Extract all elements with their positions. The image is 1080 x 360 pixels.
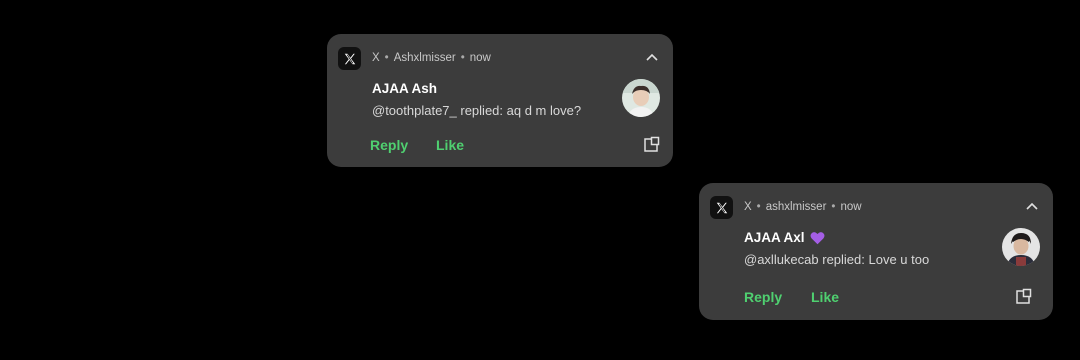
app-name: X	[744, 201, 752, 213]
like-button[interactable]: Like	[436, 137, 464, 153]
timestamp: now	[840, 201, 862, 213]
sender-name: AJAA Ash	[372, 81, 438, 96]
avatar	[1002, 228, 1040, 266]
like-button[interactable]: Like	[811, 289, 839, 305]
notification-title: AJAA Axl	[744, 230, 825, 245]
notification-card[interactable]: X • ashxlmisser • now AJAA Axl @axllukec…	[699, 183, 1053, 320]
notification-card[interactable]: X • Ashxlmisser • now AJAA Ash @toothpla…	[327, 34, 673, 167]
timestamp: now	[469, 52, 491, 64]
notification-message: @axllukecab replied: Love u too	[744, 252, 930, 267]
notification-title: AJAA Ash	[372, 81, 437, 96]
open-external-icon[interactable]	[1015, 288, 1033, 306]
reply-button[interactable]: Reply	[744, 289, 782, 305]
app-name: X	[372, 52, 380, 64]
notification-header: X • Ashxlmisser • now	[372, 52, 491, 64]
separator-dot: •	[460, 52, 465, 64]
x-logo-icon	[710, 196, 733, 219]
sender-name: AJAA Axl	[744, 230, 805, 245]
open-external-icon[interactable]	[643, 136, 661, 154]
chevron-up-icon[interactable]	[645, 51, 659, 63]
notification-header: X • ashxlmisser • now	[744, 201, 862, 213]
x-logo-icon	[338, 47, 361, 70]
purple-heart-icon	[810, 231, 825, 245]
account-name: Ashxlmisser	[393, 52, 456, 64]
account-name: ashxlmisser	[765, 201, 827, 213]
separator-dot: •	[384, 52, 389, 64]
separator-dot: •	[831, 201, 836, 213]
avatar	[622, 79, 660, 117]
separator-dot: •	[756, 201, 761, 213]
notification-message: @toothplate7_ replied: aq d m love?	[372, 103, 582, 118]
chevron-up-icon[interactable]	[1025, 200, 1039, 212]
reply-button[interactable]: Reply	[370, 137, 408, 153]
